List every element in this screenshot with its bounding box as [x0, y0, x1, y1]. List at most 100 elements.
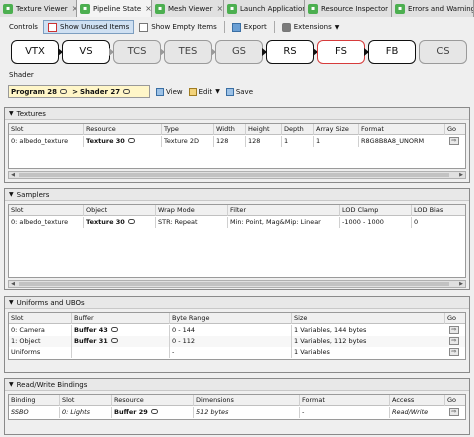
- column-header[interactable]: Size: [291, 313, 444, 324]
- save-shader-button[interactable]: Save: [225, 87, 253, 96]
- scroll-left-icon[interactable]: ◀: [9, 172, 17, 178]
- table-row[interactable]: SSBO 0: Lights Buffer 29 512 bytes - Rea…: [9, 407, 465, 418]
- show-empty-items-toggle[interactable]: Show Empty Items: [134, 20, 222, 34]
- toolbar: Controls Show Unused Items Show Empty It…: [0, 19, 474, 35]
- horizontal-scrollbar[interactable]: ◀ ▶: [8, 280, 466, 288]
- show-unused-items-toggle[interactable]: Show Unused Items: [42, 20, 135, 34]
- column-header[interactable]: Wrap Mode: [155, 205, 227, 216]
- tab-mesh-viewer[interactable]: ▪ Mesh Viewer ×: [152, 0, 224, 17]
- collapse-icon: ▼: [9, 381, 14, 388]
- buffer-cell: Buffer 43: [71, 325, 169, 336]
- column-header[interactable]: Byte Range: [169, 313, 291, 324]
- table-header: Slot Resource Type Width Height Depth Ar…: [9, 124, 465, 135]
- table-row[interactable]: 0: albedo_texture Texture 30 STR: Repeat…: [9, 217, 465, 228]
- go-arrow-icon[interactable]: ⇨: [449, 408, 459, 416]
- dock-tab-bar: ▪ Texture Viewer × ▪ Pipeline State × ▪ …: [0, 0, 474, 17]
- window-icon: ▪: [308, 3, 318, 14]
- scroll-thumb[interactable]: [19, 282, 449, 286]
- array-size-cell: 1: [313, 136, 358, 147]
- column-header[interactable]: Filter: [227, 205, 339, 216]
- scroll-thumb[interactable]: [19, 173, 449, 177]
- object-cell: Texture 30: [83, 217, 155, 228]
- close-icon[interactable]: ×: [216, 4, 223, 13]
- shader-name-field[interactable]: Program 28 > Shader 27: [8, 85, 150, 98]
- slot-cell: 0: Lights: [59, 407, 111, 418]
- tab-launch-application[interactable]: ▪ Launch Application ×: [224, 0, 305, 17]
- table-row[interactable]: 0: Camera Buffer 43 0 - 144 1 Variables,…: [9, 325, 465, 336]
- table-row[interactable]: Uniforms - 1 Variables ⇨: [9, 347, 465, 358]
- column-header[interactable]: Array Size: [313, 124, 358, 135]
- rw-group-header[interactable]: ▼ Read/Write Bindings: [5, 379, 469, 391]
- depth-cell: 1: [281, 136, 313, 147]
- stage-vtx[interactable]: VTX: [11, 40, 59, 64]
- tab-errors-and-warnings[interactable]: ▪ Errors and Warnings ×: [392, 0, 474, 17]
- lod-clamp-cell: -1000 - 1000: [339, 217, 411, 228]
- column-header[interactable]: Type: [161, 124, 213, 135]
- textures-group-header[interactable]: ▼ Textures: [5, 108, 469, 120]
- tab-texture-viewer[interactable]: ▪ Texture Viewer ×: [0, 0, 77, 17]
- scroll-left-icon[interactable]: ◀: [9, 281, 17, 287]
- stage-tes[interactable]: TES: [164, 40, 212, 64]
- go-arrow-icon[interactable]: ⇨: [449, 137, 459, 145]
- column-header[interactable]: Dimensions: [193, 395, 299, 406]
- samplers-group-header[interactable]: ▼ Samplers: [5, 189, 469, 201]
- close-icon[interactable]: ×: [145, 4, 151, 13]
- stage-tcs[interactable]: TCS: [113, 40, 161, 64]
- column-header[interactable]: LOD Clamp: [339, 205, 411, 216]
- stage-gs[interactable]: GS: [215, 40, 263, 64]
- controls-button[interactable]: Controls: [4, 20, 43, 34]
- scroll-right-icon[interactable]: ▶: [457, 281, 465, 287]
- go-arrow-icon[interactable]: ⇨: [449, 326, 459, 334]
- table-row[interactable]: 0: albedo_texture Texture 30 Texture 2D …: [9, 136, 465, 147]
- tab-resource-inspector[interactable]: ▪ Resource Inspector ×: [305, 0, 392, 17]
- collapse-icon: ▼: [9, 191, 14, 198]
- column-header[interactable]: Go: [444, 124, 467, 135]
- extensions-button[interactable]: Extensions ▼: [277, 20, 345, 34]
- scroll-right-icon[interactable]: ▶: [457, 172, 465, 178]
- column-header[interactable]: Resource: [83, 124, 161, 135]
- column-header[interactable]: Format: [358, 124, 444, 135]
- stage-vs[interactable]: VS: [62, 40, 110, 64]
- column-header[interactable]: LOD Bias: [411, 205, 467, 216]
- stage-fs[interactable]: FS: [317, 40, 365, 64]
- ubos-group-header[interactable]: ▼ Uniforms and UBOs: [5, 297, 469, 309]
- lod-bias-cell: 0: [411, 217, 467, 228]
- window-icon: ▪: [3, 3, 13, 14]
- byte-range-cell: -: [169, 347, 291, 358]
- format-cell: R8G8B8A8_UNORM: [358, 136, 444, 147]
- separator: [273, 21, 275, 33]
- go-arrow-icon[interactable]: ⇨: [449, 348, 459, 356]
- table-header: Binding Slot Resource Dimensions Format …: [9, 395, 465, 406]
- column-header[interactable]: Binding: [9, 395, 59, 406]
- table-header: Slot Buffer Byte Range Size Go: [9, 313, 465, 324]
- column-header[interactable]: Slot: [9, 313, 71, 324]
- stage-rs[interactable]: RS: [266, 40, 314, 64]
- buffer-cell: [71, 347, 169, 358]
- horizontal-scrollbar[interactable]: ◀ ▶: [8, 171, 466, 179]
- column-header[interactable]: Width: [213, 124, 245, 135]
- export-button[interactable]: Export: [227, 20, 272, 34]
- stage-cs[interactable]: CS: [419, 40, 467, 64]
- column-header[interactable]: Go: [444, 313, 467, 324]
- column-header[interactable]: Access: [389, 395, 444, 406]
- column-header[interactable]: Slot: [9, 205, 83, 216]
- go-arrow-icon[interactable]: ⇨: [449, 337, 459, 345]
- column-header[interactable]: Buffer: [71, 313, 169, 324]
- table-row[interactable]: 1: Object Buffer 31 0 - 112 1 Variables,…: [9, 336, 465, 347]
- column-header[interactable]: Format: [299, 395, 389, 406]
- shader-section-label: Shader: [9, 71, 34, 79]
- edit-shader-button[interactable]: Edit ▼: [188, 87, 220, 96]
- samplers-table: Slot Object Wrap Mode Filter LOD Clamp L…: [8, 204, 466, 278]
- column-header[interactable]: Depth: [281, 124, 313, 135]
- column-header[interactable]: Go: [444, 395, 467, 406]
- stage-fb[interactable]: FB: [368, 40, 416, 64]
- tab-pipeline-state[interactable]: ▪ Pipeline State ×: [77, 0, 152, 17]
- column-header[interactable]: Slot: [59, 395, 111, 406]
- view-shader-button[interactable]: View: [156, 87, 183, 96]
- slot-cell: 0: albedo_texture: [11, 218, 69, 226]
- column-header[interactable]: Slot: [9, 124, 83, 135]
- column-header[interactable]: Resource: [111, 395, 193, 406]
- column-header[interactable]: Object: [83, 205, 155, 216]
- size-cell: 1 Variables, 112 bytes: [291, 336, 444, 347]
- column-header[interactable]: Height: [245, 124, 281, 135]
